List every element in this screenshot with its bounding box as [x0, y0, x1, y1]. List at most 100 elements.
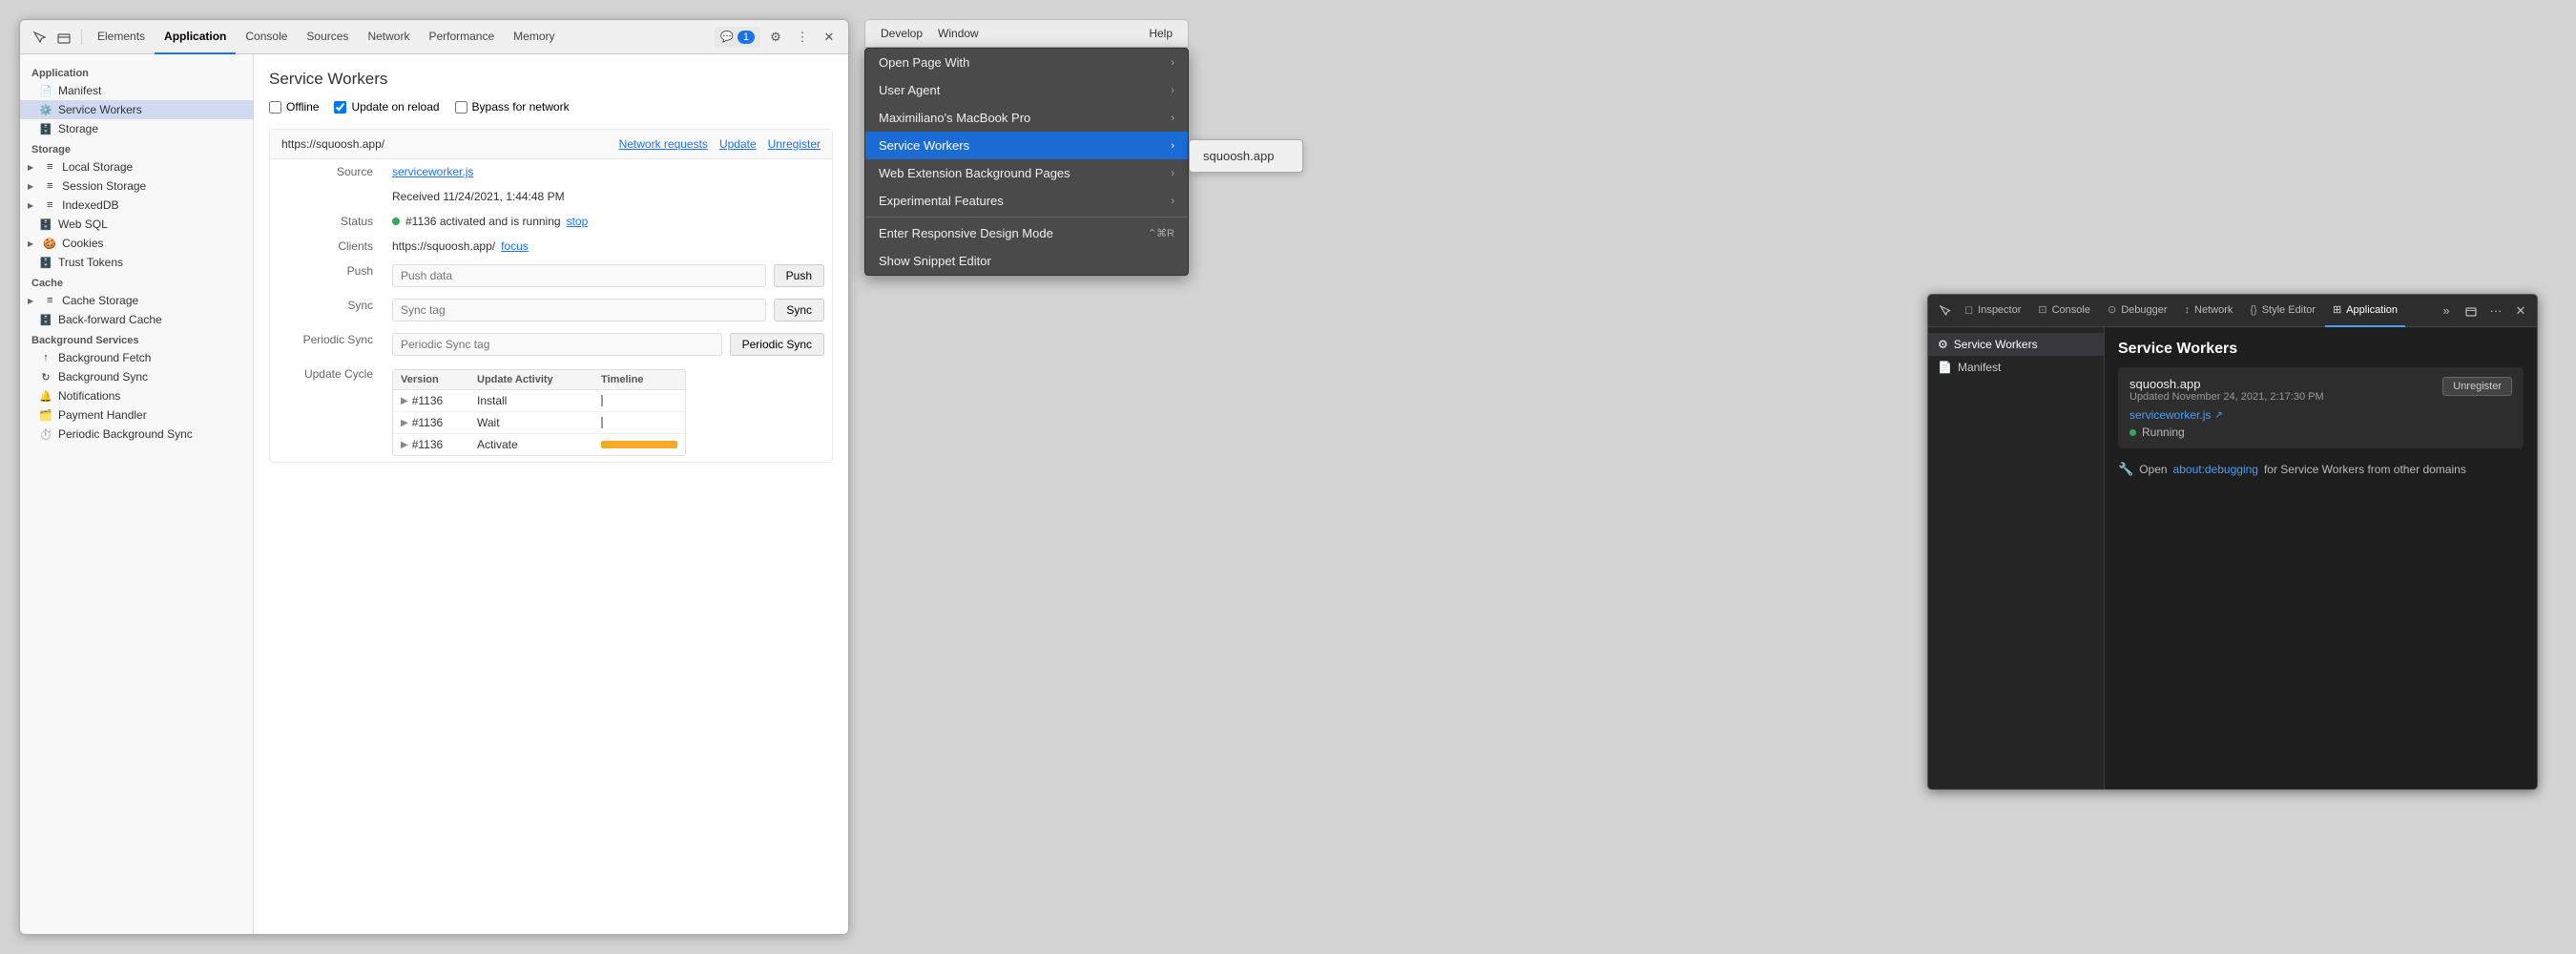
periodic-sync-button[interactable]: Periodic Sync — [730, 333, 824, 356]
menu-item-snippet-editor[interactable]: Show Snippet Editor — [865, 247, 1188, 275]
menu-bar-develop[interactable]: Develop — [877, 25, 926, 42]
submenu-item-squoosh[interactable]: squoosh.app — [1190, 144, 1302, 168]
menu-item-experimental[interactable]: Experimental Features › — [865, 187, 1188, 215]
background-fetch-icon: ↑ — [39, 351, 52, 364]
tab-performance[interactable]: Performance — [419, 20, 504, 54]
close-icon-btn[interactable]: ✕ — [818, 26, 841, 49]
sidebar-item-notifications[interactable]: 🔔 Notifications — [20, 386, 253, 405]
dark-tab-console[interactable]: ⊡ Console — [2030, 295, 2098, 327]
tab-network[interactable]: Network — [358, 20, 419, 54]
update-on-reload-input[interactable] — [334, 101, 346, 114]
offline-checkbox[interactable]: Offline — [269, 100, 319, 114]
source-arrow-icon: ↗ — [2214, 410, 2222, 421]
periodic-sync-input[interactable] — [392, 333, 722, 356]
tab-application[interactable]: Application — [155, 20, 236, 54]
sidebar-item-trust-tokens[interactable]: 🗄️ Trust Tokens — [20, 253, 253, 272]
menu-item-macbook-pro[interactable]: Maximiliano's MacBook Pro › — [865, 104, 1188, 132]
menu-bar-help[interactable]: Help — [1145, 25, 1176, 42]
uc-version-wait: ▶ #1136 — [393, 412, 469, 433]
sidebar-item-web-sql[interactable]: 🗄️ Web SQL — [20, 215, 253, 234]
dark-sw-source-link[interactable]: serviceworker.js — [2129, 408, 2211, 422]
sidebar-item-cache-storage[interactable]: ≡ Cache Storage — [20, 291, 253, 310]
source-link[interactable]: serviceworker.js — [392, 165, 473, 178]
menu-item-user-agent[interactable]: User Agent › — [865, 76, 1188, 104]
uc-arrow-wait: ▶ — [401, 418, 408, 428]
chevron-user-agent: › — [1171, 85, 1174, 96]
status-value: #1136 activated and is running stop — [384, 209, 832, 234]
sidebar-item-cookies[interactable]: 🍪 Cookies — [20, 234, 253, 253]
menu-item-service-workers[interactable]: Service Workers › — [865, 132, 1188, 159]
dark-tab-inspector[interactable]: ◻ Inspector — [1957, 295, 2028, 327]
sidebar-item-background-sync[interactable]: ↻ Background Sync — [20, 367, 253, 386]
sidebar-item-back-forward-cache[interactable]: 🗄️ Back-forward Cache — [20, 310, 253, 329]
uc-col-activity: Update Activity — [469, 370, 593, 389]
shortcut-responsive-design: ⌃⌘R — [1148, 227, 1174, 239]
tab-console[interactable]: Console — [236, 20, 297, 54]
sidebar-item-service-workers[interactable]: ⚙️ Service Workers — [20, 100, 253, 119]
sw-url-row: https://squoosh.app/ Network requests Up… — [270, 130, 832, 159]
push-button[interactable]: Push — [774, 264, 824, 287]
unregister-link[interactable]: Unregister — [768, 137, 821, 151]
dark-tab-network[interactable]: ↕ Network — [2177, 295, 2241, 327]
stop-link[interactable]: stop — [567, 215, 589, 228]
source-label: Source — [270, 159, 384, 184]
about-debugging-link[interactable]: about:debugging — [2173, 463, 2258, 476]
menu-item-responsive-design[interactable]: Enter Responsive Design Mode ⌃⌘R — [865, 219, 1188, 247]
sync-input[interactable] — [392, 299, 766, 321]
tab-sources[interactable]: Sources — [297, 20, 358, 54]
push-input[interactable] — [392, 264, 766, 287]
settings-icon-btn[interactable]: ⚙ — [764, 26, 787, 49]
sidebar-item-storage[interactable]: 🗄️ Storage — [20, 119, 253, 138]
menu-bar-window[interactable]: Window — [934, 25, 983, 42]
update-on-reload-checkbox[interactable]: Update on reload — [334, 100, 439, 114]
sidebar-item-periodic-bg-sync[interactable]: ⏱️ Periodic Background Sync — [20, 425, 253, 444]
tab-elements[interactable]: Elements — [88, 20, 155, 54]
sidebar-item-background-fetch[interactable]: ↑ Background Fetch — [20, 348, 253, 367]
dark-sidebar: ⚙ Service Workers 📄 Manifest — [1928, 327, 2105, 789]
dark-close-btn[interactable]: ✕ — [2510, 301, 2531, 321]
dark-page-title: Service Workers — [2118, 341, 2524, 358]
devtools-body: Application 📄 Manifest ⚙️ Service Worker… — [20, 54, 848, 934]
box-icon-btn[interactable] — [52, 26, 75, 49]
bypass-for-network-input[interactable] — [455, 101, 467, 114]
indexeddb-icon: ≡ — [43, 198, 56, 212]
more-icon-btn[interactable]: ⋮ — [791, 26, 814, 49]
dark-expand-btn[interactable] — [2461, 301, 2482, 321]
offline-input[interactable] — [269, 101, 281, 114]
sidebar-item-manifest[interactable]: 📄 Manifest — [20, 81, 253, 100]
network-requests-link[interactable]: Network requests — [619, 137, 708, 151]
sidebar-item-payment-handler[interactable]: 🗂️ Payment Handler — [20, 405, 253, 425]
dark-sw-domain: squoosh.app — [2129, 377, 2324, 391]
dark-sw-updated: Updated November 24, 2021, 2:17:30 PM — [2129, 391, 2324, 403]
dark-main: Service Workers squoosh.app Updated Nove… — [2105, 327, 2537, 789]
dark-sidebar-sw[interactable]: ⚙ Service Workers — [1928, 333, 2104, 356]
bypass-for-network-checkbox[interactable]: Bypass for network — [455, 100, 570, 114]
dark-sidebar-manifest[interactable]: 📄 Manifest — [1928, 356, 2104, 379]
dark-cursor-btn[interactable] — [1934, 301, 1955, 321]
cache-storage-icon: ≡ — [43, 294, 56, 307]
tab-memory[interactable]: Memory — [504, 20, 564, 54]
cursor-icon-btn[interactable] — [28, 26, 51, 49]
dark-unregister-btn[interactable]: Unregister — [2442, 377, 2512, 396]
periodic-bg-sync-icon: ⏱️ — [39, 427, 52, 441]
notifications-icon: 🔔 — [39, 389, 52, 403]
update-cycle-value: Version Update Activity Timeline ▶ #1136 — [384, 362, 832, 462]
sidebar-item-indexeddb[interactable]: ≡ IndexedDB — [20, 196, 253, 215]
dark-tab-application[interactable]: ⊞ Application — [2325, 295, 2405, 327]
dark-tab-debugger[interactable]: ⊙ Debugger — [2100, 295, 2175, 327]
sidebar: Application 📄 Manifest ⚙️ Service Worker… — [20, 54, 254, 934]
payment-handler-icon: 🗂️ — [39, 408, 52, 422]
menu-item-web-extension-bg[interactable]: Web Extension Background Pages › — [865, 159, 1188, 187]
uc-header: Version Update Activity Timeline — [393, 370, 685, 390]
push-label: Push — [270, 259, 384, 293]
sidebar-item-session-storage[interactable]: ≡ Session Storage — [20, 176, 253, 196]
dark-more-btn[interactable]: » — [2436, 301, 2457, 321]
focus-link[interactable]: focus — [501, 239, 529, 253]
sidebar-item-local-storage[interactable]: ≡ Local Storage — [20, 157, 253, 176]
update-link[interactable]: Update — [719, 137, 757, 151]
dark-options-btn[interactable]: ··· — [2485, 301, 2506, 321]
sync-button[interactable]: Sync — [774, 299, 824, 321]
sync-value: Sync — [384, 293, 832, 327]
menu-item-open-page-with[interactable]: Open Page With › — [865, 49, 1188, 76]
dark-tab-style-editor[interactable]: {} Style Editor — [2242, 295, 2323, 327]
